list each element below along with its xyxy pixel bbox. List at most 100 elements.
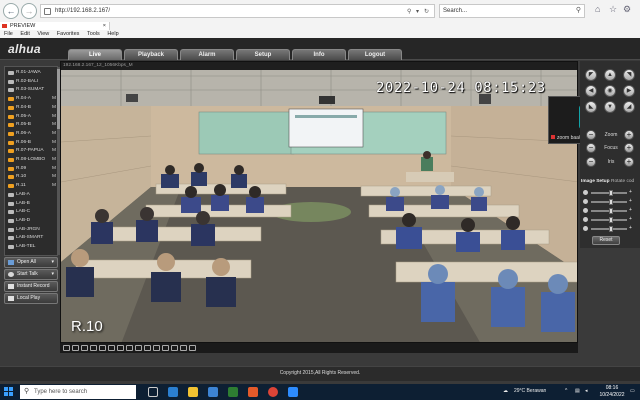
slider-thumb[interactable] [608,217,613,223]
powerpoint-icon[interactable] [248,387,258,397]
channel-item[interactable]: R.10 M [5,173,57,182]
split-1-icon[interactable] [63,345,70,351]
back-icon[interactable]: ← [3,3,19,19]
channel-item[interactable]: R.06-B M [5,139,57,148]
favorites-star-icon[interactable]: ☆ [609,4,617,15]
dropdown-icon[interactable]: ▾ [416,6,419,18]
info-icon[interactable] [180,345,187,351]
channel-item[interactable]: R.11 M [5,182,57,191]
plus-icon[interactable]: + [629,216,632,222]
close-tab-icon[interactable]: × [103,22,106,30]
address-bar[interactable]: http://192.168.2.167/ ↻ ▾ ⚲ [40,4,435,18]
audio-icon[interactable] [144,345,151,351]
split-9-icon[interactable] [81,345,88,351]
excel-icon[interactable] [228,387,238,397]
file-explorer-icon[interactable] [188,387,198,397]
channel-item[interactable]: LAB-JRGN [5,226,57,235]
channel-item[interactable]: R.09 M [5,165,57,174]
tray-chevron-icon[interactable]: ^ [565,388,567,394]
windows-start-icon[interactable] [4,387,14,397]
weather-text[interactable]: 29°C Berawan [514,388,546,394]
chrome-icon[interactable] [268,387,278,397]
search-addr-icon[interactable]: ⚲ [407,6,411,18]
plus-icon[interactable]: + [629,198,632,204]
instant-record-button[interactable]: Instant Record [4,281,58,292]
settings-icon[interactable] [171,345,178,351]
ptz-down-left-icon[interactable]: ◣ [585,101,597,113]
iris-close-icon[interactable]: − [586,157,596,167]
search-icon[interactable]: ⚲ [576,5,581,17]
tab-rotate[interactable]: Rotate cod [611,179,634,184]
ratio-icon[interactable] [99,345,106,351]
ptz-down-icon[interactable]: ▼ [604,101,616,113]
channel-item[interactable]: R.04-B M [5,104,57,113]
channel-item[interactable]: R.04-A M [5,95,57,104]
fullscreen-icon[interactable] [90,345,97,351]
zoom-out-icon[interactable]: − [586,130,596,140]
live-video-feed[interactable]: 192.168.2.167_12_1056Kbps_M 2022-10-24 0… [60,61,578,343]
store-icon[interactable] [208,387,218,397]
refresh-icon[interactable]: ↻ [424,6,429,18]
tab-logout[interactable]: Logout [348,49,402,60]
channel-item[interactable]: R.06-A M [5,130,57,139]
chevron-down-icon[interactable]: ▾ [51,270,54,279]
local-play-button[interactable]: Local Play [4,293,58,304]
taskbar-search[interactable]: ⚲ Type here to search [20,385,136,399]
talk-icon[interactable] [153,345,160,351]
channel-item[interactable]: LAB-C [5,208,57,217]
menu-view[interactable]: View [37,30,49,38]
menu-favorites[interactable]: Favorites [57,30,80,38]
menu-tools[interactable]: Tools [87,30,100,38]
ptz-up-icon[interactable]: ▲ [604,69,616,81]
focus-out-icon[interactable]: − [586,143,596,153]
channel-item[interactable]: R.03-SUMAT [5,86,57,95]
ptz-up-right-icon[interactable]: ◥ [623,69,635,81]
zoom-app-icon[interactable] [288,387,298,397]
slider-thumb[interactable] [608,208,613,214]
tab-alarm[interactable]: Alarm [180,49,234,60]
ptz-up-left-icon[interactable]: ◤ [585,69,597,81]
notification-icon[interactable]: ▭ [630,388,635,394]
plus-icon[interactable]: + [629,225,632,231]
slider-thumb[interactable] [608,190,613,196]
channel-item[interactable]: R.05-A M [5,113,57,122]
tab-live[interactable]: Live [68,49,122,60]
focus-in-icon[interactable]: + [624,143,634,153]
zoom-in-icon[interactable]: + [624,130,634,140]
fluency-icon[interactable] [108,345,115,351]
tab-playback[interactable]: Playback [124,49,178,60]
channel-item[interactable]: LAB-TEL [5,243,57,252]
ie-icon[interactable] [168,387,178,397]
reset-button[interactable]: Reset [592,236,620,245]
open-all-button[interactable]: Open All ▾ [4,257,58,268]
channel-item[interactable]: LAB-B [5,200,57,209]
iris-open-icon[interactable]: + [624,157,634,167]
taskbar-clock[interactable]: 08:16 10/24/2022 [596,385,628,399]
browser-tab-preview[interactable]: PREVIEW × [0,22,110,30]
gear-icon[interactable]: ⚙ [623,4,631,15]
zoom-icon[interactable] [135,345,142,351]
task-view-icon[interactable] [148,387,158,397]
ptz-left-icon[interactable]: ◀ [585,85,597,97]
slider-thumb[interactable] [608,226,613,232]
ptz-right-icon[interactable]: ▶ [623,85,635,97]
menu-edit[interactable]: Edit [20,30,29,38]
slider-thumb[interactable] [608,199,613,205]
channel-item[interactable]: LAB-SMART [5,234,57,243]
weather-icon[interactable]: ☁ [503,388,508,394]
menu-help[interactable]: Help [107,30,118,38]
channel-item[interactable]: R.07-PAPUA M [5,147,57,156]
tab-setup[interactable]: Setup [236,49,290,60]
forward-icon[interactable]: → [21,3,37,19]
ptz-down-right-icon[interactable]: ◢ [623,101,635,113]
channel-item[interactable]: R.01-JAWA [5,69,57,78]
volume-icon[interactable]: ◂ [585,388,588,394]
tab-image-setup[interactable]: Image Setup [581,179,610,184]
plus-icon[interactable]: + [629,207,632,213]
ptz-icon[interactable] [162,345,169,351]
browser-search[interactable]: Search... ⚲ [439,4,585,18]
ptz-center-icon[interactable]: ◉ [604,85,616,97]
record-icon[interactable] [126,345,133,351]
tab-info[interactable]: Info [292,49,346,60]
channel-item[interactable]: R.02-BALI [5,78,57,87]
